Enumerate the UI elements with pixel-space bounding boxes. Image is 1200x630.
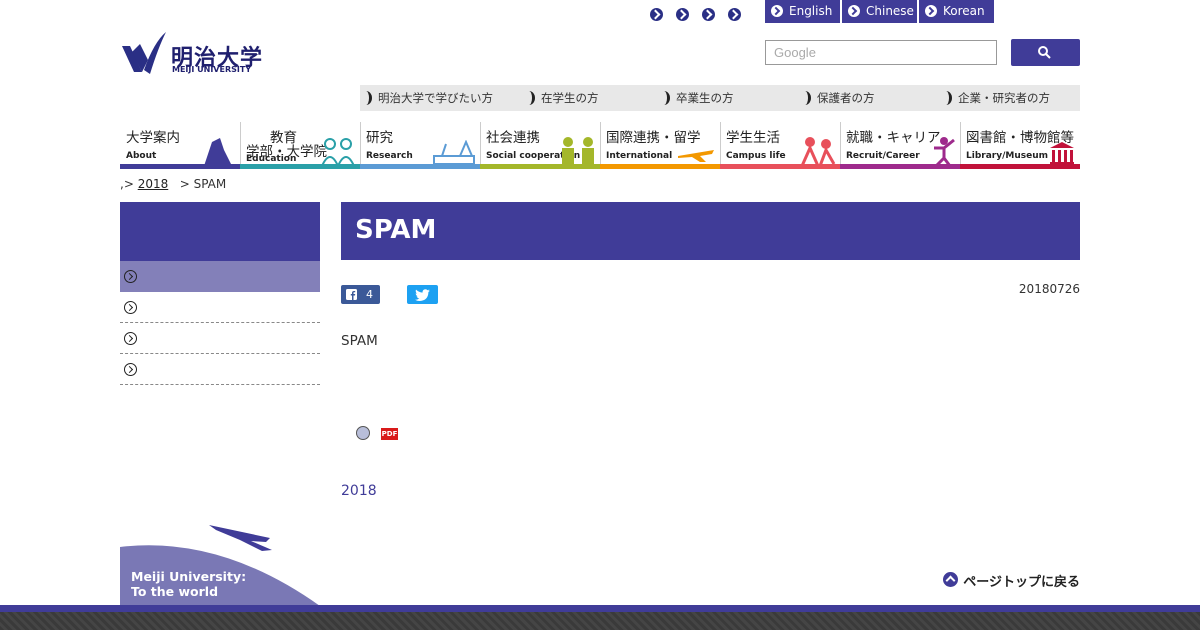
nav-library[interactable]: 図書館・博物館等 Library/Museum [960,122,1080,169]
search-input[interactable]: Google [765,40,997,65]
nav-campus-life[interactable]: 学生生活 Campus life [720,122,840,169]
search-button[interactable] [1011,39,1080,66]
radio-icon[interactable] [356,426,370,440]
nav-career[interactable]: 就職・キャリア Recruit/Career [840,122,960,169]
facebook-count: 4 [366,288,373,301]
post-date: 20180726 [1018,282,1080,296]
side-nav-item[interactable] [120,323,320,354]
nav-international[interactable]: 国際連携・留学 International [600,122,720,169]
rugby-icon [800,137,836,166]
arrow-circle-icon[interactable] [702,8,715,21]
museum-icon [1050,142,1074,165]
nav-social[interactable]: 社会連携 Social cooperation [480,122,600,169]
students-icon [321,138,355,166]
building-icon [204,138,232,166]
arc-icon [658,91,670,105]
page-title: SPAM [341,202,1080,260]
arc-icon [360,91,372,105]
arrow-circle-icon [124,270,137,283]
search-icon [1038,46,1051,59]
side-nav-item[interactable] [120,292,320,323]
facebook-icon [346,289,357,300]
breadcrumb-year-link[interactable]: 2018 [138,177,169,191]
footer-band [0,605,1200,612]
lang-korean-button[interactable]: Korean [919,0,994,23]
breadcrumb-current: SPAM [193,177,227,191]
arc-icon [940,91,952,105]
lab-flask-icon [433,140,475,165]
audience-bar: 明治大学で学びたい方 在学生の方 卒業生の方 保護者の方 企業・研究者の方 [360,85,1080,111]
lang-chinese-button[interactable]: Chinese [842,0,917,23]
arrow-circle-icon [848,5,860,17]
arrow-circle-icon[interactable] [676,8,689,21]
arrow-circle-icon [124,301,137,314]
nav-education[interactable]: 教育 学部・大学院 Education [240,122,360,169]
year-link[interactable]: 2018 [341,483,377,499]
audience-link-prospective[interactable]: 明治大学で学びたい方 [360,85,493,111]
lang-english-button[interactable]: English [765,0,840,23]
world-banner-text[interactable]: Meiji University: To the world [131,569,246,599]
arc-icon [523,91,535,105]
side-nav-item[interactable] [120,354,320,385]
nav-research[interactable]: 研究 Research [360,122,480,169]
pdf-icon[interactable]: PDF [381,428,398,440]
arrow-circle-icon[interactable] [728,8,741,21]
airplane-icon [209,525,272,551]
audience-link-alumni[interactable]: 卒業生の方 [658,85,734,111]
arrow-circle-icon [771,5,783,17]
side-nav-item-active[interactable] [120,261,320,292]
nav-about[interactable]: 大学案内 About [120,122,240,169]
audience-link-parents[interactable]: 保護者の方 [799,85,875,111]
side-nav-header [120,202,320,261]
jumping-person-icon [934,137,955,166]
twitter-icon [415,289,430,301]
breadcrumb: ,> 2018 > SPAM [120,177,227,191]
audience-link-students[interactable]: 在学生の方 [523,85,599,111]
audience-link-corporate[interactable]: 企業・研究者の方 [940,85,1050,111]
logo-icon[interactable] [120,32,168,76]
arrow-circle-icon[interactable] [650,8,663,21]
footer [0,612,1200,630]
handshake-icon [562,137,594,166]
arc-icon [799,91,811,105]
arrow-circle-icon [925,5,937,17]
logo-subtitle: MEIJI UNIVERSITY [172,65,252,74]
arrow-circle-icon [124,332,137,345]
airplane-icon [678,150,714,162]
arrow-up-icon [943,572,959,587]
facebook-share-button[interactable]: 4 [341,285,380,304]
body-text: SPAM [341,333,378,349]
page-top-link[interactable]: ページトップに戻る [943,571,1080,590]
twitter-share-button[interactable] [407,285,438,304]
arrow-circle-icon [124,363,137,376]
